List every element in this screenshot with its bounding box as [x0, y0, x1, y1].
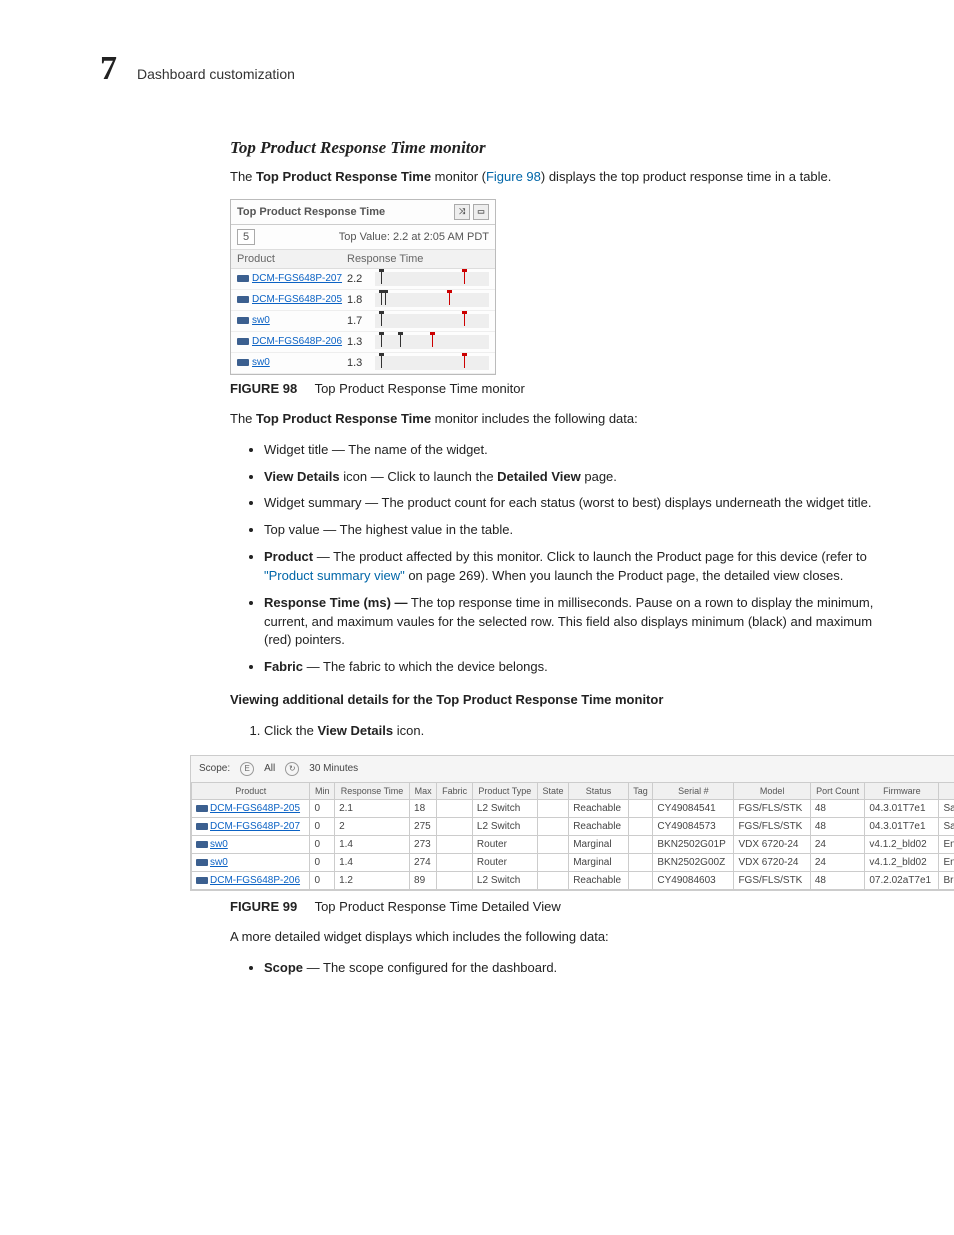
product-link[interactable]: sw0: [252, 357, 270, 368]
table-row[interactable]: DCM-FGS648P-20702275L2 SwitchReachableCY…: [192, 817, 954, 835]
scope-icon[interactable]: E: [240, 762, 254, 776]
steps-list: Click the View Details icon.: [230, 722, 894, 741]
figure-98-label: FIGURE 98: [230, 381, 297, 396]
chapter-title: Dashboard customization: [137, 66, 295, 82]
bullet-list: Widget title — The name of the widget. V…: [230, 441, 894, 677]
detach-icon[interactable]: ⤨: [454, 204, 470, 220]
response-bar: [375, 293, 489, 307]
list-item: Fabric — The fabric to which the device …: [264, 658, 894, 677]
list-item: Widget summary — The product count for e…: [264, 494, 894, 513]
figure-98-link[interactable]: Figure 98: [486, 169, 541, 184]
widget-row[interactable]: DCM-FGS648P-206 1.3: [231, 332, 495, 353]
switch-icon: [237, 338, 249, 345]
product-cell[interactable]: DCM-FGS648P-207: [192, 817, 310, 835]
response-value: 1.3: [347, 336, 375, 348]
table-column-header[interactable]: Status: [569, 782, 629, 799]
table-column-header[interactable]: State: [537, 782, 568, 799]
table-column-header[interactable]: Min: [310, 782, 335, 799]
refresh-icon[interactable]: ↻: [285, 762, 299, 776]
table-row[interactable]: sw001.4273RouterMarginalBKN2502G01PVDX 6…: [192, 835, 954, 853]
figure-99-caption: Top Product Response Time Detailed View: [315, 899, 561, 914]
table-column-header[interactable]: Max: [410, 782, 437, 799]
switch-icon: [237, 317, 249, 324]
response-value: 1.8: [347, 294, 375, 306]
response-bar: [375, 335, 489, 349]
product-link[interactable]: DCM-FGS648P-205: [252, 294, 342, 305]
widget-col-product: Product: [237, 253, 347, 265]
figure-98-caption: Top Product Response Time monitor: [315, 381, 525, 396]
list-item: Top value — The highest value in the tab…: [264, 521, 894, 540]
list-item: Widget title — The name of the widget.: [264, 441, 894, 460]
switch-icon: [237, 296, 249, 303]
response-value: 2.2: [347, 273, 375, 285]
intro-paragraph: The Top Product Response Time monitor (F…: [230, 168, 894, 187]
product-link[interactable]: sw0: [252, 315, 270, 326]
count-box[interactable]: 5: [237, 229, 255, 245]
product-cell[interactable]: DCM-FGS648P-206: [192, 871, 310, 889]
list-item: View Details icon — Click to launch the …: [264, 468, 894, 487]
subheading: Viewing additional details for the Top P…: [230, 691, 894, 710]
table-column-header[interactable]: Model: [734, 782, 810, 799]
widget-row[interactable]: sw0 1.7: [231, 311, 495, 332]
include-intro: The Top Product Response Time monitor in…: [230, 410, 894, 429]
table-row[interactable]: DCM-FGS648P-20502.118L2 SwitchReachableC…: [192, 799, 954, 817]
table-row[interactable]: DCM-FGS648P-20601.289L2 SwitchReachableC…: [192, 871, 954, 889]
switch-icon: [196, 841, 208, 848]
detail-paragraph: A more detailed widget displays which in…: [230, 928, 894, 947]
product-cell[interactable]: sw0: [192, 835, 310, 853]
switch-icon: [196, 823, 208, 830]
switch-icon: [196, 859, 208, 866]
widget-col-response-time: Response Time: [347, 253, 489, 265]
table-column-header[interactable]: Response Time: [335, 782, 410, 799]
table-column-header[interactable]: Product: [192, 782, 310, 799]
response-value: 1.7: [347, 315, 375, 327]
product-link[interactable]: DCM-FGS648P-206: [252, 336, 342, 347]
scope-label: Scope:: [199, 763, 230, 774]
list-item: Response Time (ms) — The top response ti…: [264, 594, 894, 651]
response-value: 1.3: [347, 357, 375, 369]
top-value-text: Top Value: 2.2 at 2:05 AM PDT: [339, 231, 489, 243]
scope-all: All: [264, 763, 275, 774]
scope-bullet-list: Scope — The scope configured for the das…: [230, 959, 894, 978]
table-column-header[interactable]: Firmware: [865, 782, 939, 799]
product-link[interactable]: DCM-FGS648P-207: [252, 273, 342, 284]
response-bar: [375, 356, 489, 370]
table-column-header[interactable]: Tag: [628, 782, 653, 799]
list-item: Product — The product affected by this m…: [264, 548, 894, 586]
switch-icon: [196, 805, 208, 812]
response-bar: [375, 314, 489, 328]
figure-99-label: FIGURE 99: [230, 899, 297, 914]
chapter-number: 7: [100, 50, 117, 88]
section-title: Top Product Response Time monitor: [230, 138, 894, 158]
widget-row[interactable]: DCM-FGS648P-205 1.8: [231, 290, 495, 311]
step-item: Click the View Details icon.: [264, 722, 894, 741]
response-bar: [375, 272, 489, 286]
switch-icon: [237, 359, 249, 366]
widget-row[interactable]: sw0 1.3: [231, 353, 495, 374]
maximize-icon[interactable]: ▭: [473, 204, 489, 220]
scope-time: 30 Minutes: [309, 763, 358, 774]
switch-icon: [196, 877, 208, 884]
table-column-header[interactable]: Product Type: [472, 782, 537, 799]
product-cell[interactable]: DCM-FGS648P-205: [192, 799, 310, 817]
widget-title: Top Product Response Time: [237, 206, 385, 218]
detail-view: Scope: E All ↻ 30 Minutes ProductMinResp…: [190, 755, 954, 891]
widget-row[interactable]: DCM-FGS648P-207 2.2: [231, 269, 495, 290]
product-cell[interactable]: sw0: [192, 853, 310, 871]
response-time-widget: Top Product Response Time ⤨ ▭ 5 Top Valu…: [230, 199, 496, 375]
product-summary-link[interactable]: "Product summary view": [264, 568, 405, 583]
table-column-header[interactable]: Fabric: [437, 782, 473, 799]
list-item: Scope — The scope configured for the das…: [264, 959, 894, 978]
table-column-header[interactable]: Port Count: [810, 782, 865, 799]
switch-icon: [237, 275, 249, 282]
table-row[interactable]: sw001.4274RouterMarginalBKN2502G00ZVDX 6…: [192, 853, 954, 871]
table-column-header[interactable]: Location: [939, 782, 954, 799]
table-column-header[interactable]: Serial #: [653, 782, 734, 799]
